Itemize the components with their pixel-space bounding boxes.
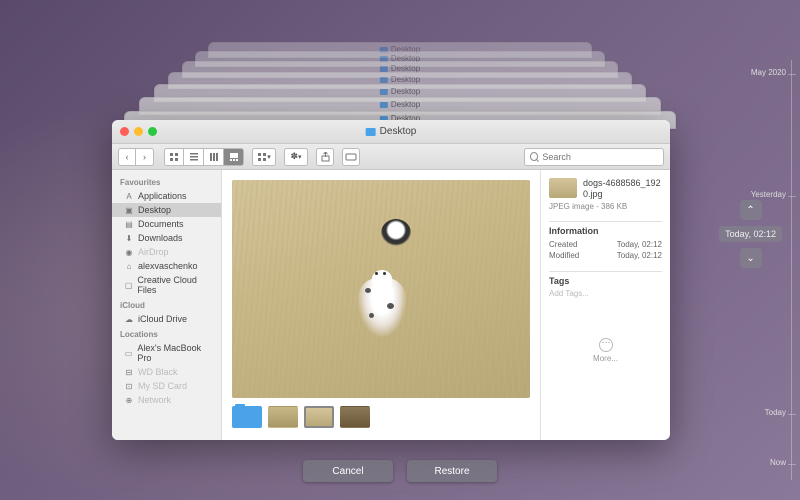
sidebar-item-icloud-drive[interactable]: ☁ iCloud Drive bbox=[112, 312, 221, 326]
timeline-down-button[interactable]: ⌄ bbox=[740, 248, 762, 268]
sidebar-item-creative-cloud-files[interactable]: ▢ Creative Cloud Files bbox=[112, 273, 221, 297]
sidebar-item-icon: ⌂ bbox=[124, 261, 134, 271]
sidebar-item-icon: A bbox=[124, 191, 134, 201]
sidebar-item-downloads[interactable]: ⬇ Downloads bbox=[112, 231, 221, 245]
sidebar-header: Locations bbox=[112, 326, 221, 341]
timeline-current-label: Today, 02:12 bbox=[719, 226, 782, 242]
sidebar-item-icon: ▢ bbox=[124, 280, 133, 290]
zoom-button[interactable] bbox=[148, 127, 157, 136]
sidebar-item-my-sd-card[interactable]: ⊡ My SD Card bbox=[112, 379, 221, 393]
tags-header: Tags bbox=[549, 276, 662, 286]
restore-button[interactable]: Restore bbox=[407, 460, 497, 482]
timeline: May 2020 Yesterday Today Now bbox=[720, 60, 800, 480]
toolbar: ‹ › ▾ ✽ ▾ bbox=[112, 144, 670, 170]
sidebar-item-icon: ☁ bbox=[124, 314, 134, 324]
arrange-button[interactable]: ▾ bbox=[252, 148, 276, 166]
sidebar-header: iCloud bbox=[112, 297, 221, 312]
sidebar-item-documents[interactable]: ▤ Documents bbox=[112, 217, 221, 231]
sidebar-item-label: alexvaschenko bbox=[138, 261, 198, 271]
search-field[interactable] bbox=[524, 148, 664, 166]
timeline-up-button[interactable]: ⌃ bbox=[740, 200, 762, 220]
sidebar-item-label: WD Black bbox=[138, 367, 178, 377]
finder-window: Desktop ‹ › ▾ ✽ ▾ Favourites A Application… bbox=[112, 120, 670, 440]
view-switcher bbox=[164, 148, 244, 166]
titlebar: Desktop bbox=[112, 120, 670, 144]
sidebar-item-applications[interactable]: A Applications bbox=[112, 189, 221, 203]
sidebar-item-label: Documents bbox=[138, 219, 184, 229]
timeline-today: Today bbox=[765, 408, 786, 417]
sidebar-item-icon: ⊟ bbox=[124, 367, 134, 377]
sidebar-item-label: Network bbox=[138, 395, 171, 405]
forward-button[interactable]: › bbox=[136, 148, 154, 166]
sidebar-item-label: AirDrop bbox=[138, 247, 169, 257]
info-header: Information bbox=[549, 226, 662, 236]
window-title: Desktop bbox=[366, 126, 417, 137]
sidebar-item-label: Downloads bbox=[138, 233, 183, 243]
thumb-image-1[interactable] bbox=[268, 406, 298, 428]
info-value: Today, 02:12 bbox=[617, 251, 662, 260]
sidebar-item-desktop[interactable]: ▣ Desktop bbox=[112, 203, 221, 217]
sidebar-item-alexvaschenko[interactable]: ⌂ alexvaschenko bbox=[112, 259, 221, 273]
file-kind: JPEG image - 386 KB bbox=[549, 202, 662, 211]
folder-icon bbox=[366, 128, 376, 136]
sidebar-item-alex-s-macbook-pro[interactable]: ▭ Alex's MacBook Pro bbox=[112, 341, 221, 365]
sidebar-item-wd-black[interactable]: ⊟ WD Black bbox=[112, 365, 221, 379]
view-column-button[interactable] bbox=[204, 148, 224, 166]
thumb-image-2[interactable] bbox=[304, 406, 334, 428]
sidebar-item-label: Applications bbox=[138, 191, 187, 201]
back-button[interactable]: ‹ bbox=[118, 148, 136, 166]
info-row: Modified Today, 02:12 bbox=[549, 250, 662, 261]
share-button[interactable] bbox=[316, 148, 334, 166]
info-key: Modified bbox=[549, 251, 579, 260]
view-icon-button[interactable] bbox=[164, 148, 184, 166]
info-value: Today, 02:12 bbox=[617, 240, 662, 249]
preview-image bbox=[232, 180, 530, 398]
timeline-now: Now bbox=[770, 458, 786, 467]
thumb-folder[interactable] bbox=[232, 406, 262, 428]
action-buttons: Cancel Restore bbox=[303, 460, 497, 482]
minimize-button[interactable] bbox=[134, 127, 143, 136]
action-button[interactable]: ✽ ▾ bbox=[284, 148, 308, 166]
view-list-button[interactable] bbox=[184, 148, 204, 166]
thumb-image-3[interactable] bbox=[340, 406, 370, 428]
preview-pane bbox=[222, 170, 540, 440]
search-input[interactable] bbox=[542, 152, 658, 162]
sidebar-item-icon: ◉ bbox=[124, 247, 134, 257]
sidebar-item-label: My SD Card bbox=[138, 381, 187, 391]
timeline-yesterday: Yesterday bbox=[751, 190, 786, 199]
info-row: Created Today, 02:12 bbox=[549, 239, 662, 250]
info-thumbnail bbox=[549, 178, 577, 198]
info-pane: dogs-4688586_1920.jpg JPEG image - 386 K… bbox=[540, 170, 670, 440]
sidebar-item-icon: ⬇ bbox=[124, 233, 134, 243]
info-key: Created bbox=[549, 240, 577, 249]
more-icon bbox=[599, 338, 613, 352]
sidebar-item-network[interactable]: ⊕ Network bbox=[112, 393, 221, 407]
timeline-nav: ⌃ Today, 02:12 ⌄ bbox=[719, 200, 782, 268]
sidebar-item-icon: ▭ bbox=[124, 348, 133, 358]
sidebar-item-label: Alex's MacBook Pro bbox=[137, 343, 213, 363]
cancel-button[interactable]: Cancel bbox=[303, 460, 393, 482]
sidebar-item-icon: ⊡ bbox=[124, 381, 134, 391]
timeline-top-label: May 2020 bbox=[751, 68, 786, 77]
more-button[interactable]: More... bbox=[549, 338, 662, 363]
search-icon bbox=[530, 152, 538, 161]
sidebar-item-icon: ⊕ bbox=[124, 395, 134, 405]
tags-input[interactable]: Add Tags... bbox=[549, 289, 662, 298]
sidebar-item-icon: ▤ bbox=[124, 219, 134, 229]
tags-button[interactable] bbox=[342, 148, 360, 166]
sidebar-item-airdrop[interactable]: ◉ AirDrop bbox=[112, 245, 221, 259]
sidebar-item-icon: ▣ bbox=[124, 205, 134, 215]
sidebar-header: Favourites bbox=[112, 174, 221, 189]
thumbnail-strip bbox=[232, 398, 530, 430]
view-gallery-button[interactable] bbox=[224, 148, 244, 166]
sidebar: Favourites A Applications ▣ Desktop ▤ Document… bbox=[112, 170, 222, 440]
sidebar-item-label: Creative Cloud Files bbox=[137, 275, 213, 295]
sidebar-item-label: iCloud Drive bbox=[138, 314, 187, 324]
sidebar-item-label: Desktop bbox=[138, 205, 171, 215]
close-button[interactable] bbox=[120, 127, 129, 136]
